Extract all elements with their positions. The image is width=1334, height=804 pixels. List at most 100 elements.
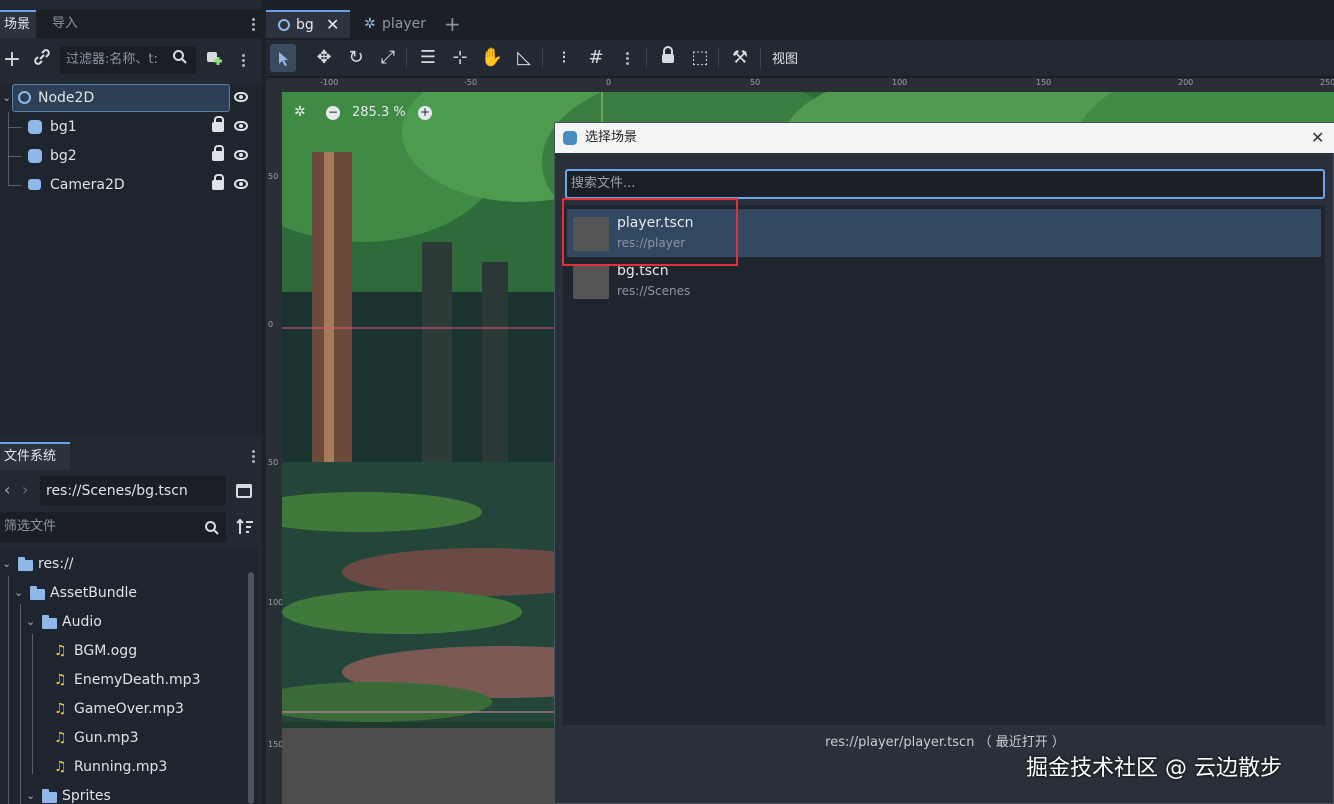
fs-item-label: AssetBundle [50,585,138,601]
tree-item-label: bg2 [50,148,77,164]
fs-item-label: Audio [62,614,102,630]
toggle-split-icon[interactable] [236,484,252,498]
folder-icon [42,615,57,629]
fs-item-enemydeath[interactable]: ♫ EnemyDeath.mp3 [0,666,240,694]
grid-snap-icon[interactable]: # [584,46,608,70]
center-view-icon[interactable]: ✲ [294,104,306,120]
scene-thumbnail [573,265,609,299]
visibility-eye-icon[interactable] [234,92,248,102]
zoom-out-icon[interactable]: − [326,106,340,120]
visibility-eye-icon[interactable] [234,179,248,189]
tree-item-bg1[interactable]: bg1 [0,113,262,141]
ruler-label: 100 [268,598,284,607]
scene-more-icon[interactable] [242,52,246,68]
fs-item-sprites[interactable]: ⌄ Sprites [0,782,240,804]
close-icon[interactable]: ✕ [1311,123,1324,153]
fs-item-running[interactable]: ♫ Running.mp3 [0,753,240,781]
view-menu-button[interactable]: 视图 [772,48,798,67]
lock-icon[interactable] [212,174,224,190]
instance-scene-icon[interactable] [202,48,226,72]
tab-scene[interactable]: 场景 [0,10,36,38]
bone-icon[interactable]: ⚒ [728,46,752,70]
link-icon[interactable] [30,48,54,72]
fs-item-assetbundle[interactable]: ⌄ AssetBundle [0,579,240,607]
scene-file-list: player.tscn res://player bg.tscn res://S… [563,205,1325,725]
tree-item-node2d[interactable]: ⌄ Node2D [0,84,262,112]
tab-filesystem[interactable]: 文件系统 [0,442,70,470]
fs-item-label: EnemyDeath.mp3 [74,672,201,688]
select-tool-button[interactable] [270,44,296,72]
fs-path-field[interactable]: res://Scenes/bg.tscn [40,476,226,506]
back-arrow-icon[interactable]: ‹ [4,480,10,499]
pan-tool-icon[interactable]: ✋ [480,46,504,70]
group-icon[interactable]: ⬚ [688,46,712,70]
close-icon[interactable]: ✕ [326,12,339,38]
scene-tab-bg[interactable]: bg ✕ [266,10,350,38]
sort-icon[interactable] [236,518,254,540]
ruler-label: 50 [268,172,279,181]
fs-scrollbar[interactable] [248,572,254,804]
godot-logo-icon [563,131,577,145]
dialog-status-path: res://player/player.tscn （ 最近打开 ） [825,735,1065,750]
node2d-icon [278,19,290,31]
lock-icon[interactable] [212,116,224,132]
scene-tab-player[interactable]: ✲ player [362,10,442,38]
fs-tree: ⌄ res:// ⌄ AssetBundle ⌄ Audio ♫ BGM.ogg… [0,548,258,804]
audio-file-icon: ♫ [54,759,67,775]
dialog-titlebar: 选择场景 ✕ [555,123,1334,153]
search-file-input[interactable]: 搜索文件... [565,169,1325,199]
ruler-tool-icon[interactable]: ◺ [512,46,536,70]
ruler-label: 0 [268,320,274,329]
chevron-down-icon[interactable]: ⌄ [26,782,35,804]
move-tool-icon[interactable]: ✥ [312,46,336,70]
snap-options-icon[interactable] [626,50,630,66]
highlight-annotation-box [562,198,738,266]
audio-file-icon: ♫ [54,701,67,717]
smart-snap-icon[interactable]: ⁝ [552,46,576,70]
rotate-tool-icon[interactable]: ↻ [344,46,368,70]
scene-dock-tabs: 场景 导入 [0,10,262,38]
chevron-down-icon[interactable]: ⌄ [26,608,35,636]
chevron-down-icon[interactable]: ⌄ [14,579,23,607]
forward-arrow-icon[interactable]: › [22,480,28,499]
zoom-in-icon[interactable]: + [418,106,432,120]
fs-item-label: GameOver.mp3 [74,701,184,717]
tree-item-camera2d[interactable]: Camera2D [0,171,262,199]
folder-icon [18,557,33,571]
fs-item-bgm[interactable]: ♫ BGM.ogg [0,637,240,665]
watermark-text: 掘金技术社区 @ 云边散步 [1026,756,1282,781]
search-icon [168,48,192,72]
node2d-icon [18,91,31,104]
visibility-eye-icon[interactable] [234,150,248,160]
ruler-label: 250 [1320,78,1334,87]
ruler-label: 0 [606,78,612,87]
chevron-down-icon[interactable]: ⌄ [2,550,11,578]
add-tab-icon[interactable]: + [444,10,461,38]
fs-menu-icon[interactable] [252,448,256,464]
fs-item-gun[interactable]: ♫ Gun.mp3 [0,724,240,752]
lock-icon[interactable] [656,46,680,70]
fs-item-label: Sprites [62,788,111,804]
tree-item-label: Node2D [38,90,95,106]
ruler-label: 150 [268,740,284,749]
list-select-icon[interactable]: ☰ [416,46,440,70]
scene-tab-label: player [382,16,427,32]
dock-menu-icon[interactable] [252,16,256,32]
add-node-icon[interactable]: + [0,48,24,72]
audio-file-icon: ♫ [54,672,67,688]
scene-tab-label: bg [296,17,314,33]
camera-icon [28,179,41,190]
ruler-label: -50 [464,78,478,87]
zoom-level[interactable]: 285.3 % [352,105,406,120]
visibility-eye-icon[interactable] [234,121,248,131]
fs-item-res[interactable]: ⌄ res:// [0,550,240,578]
tab-import[interactable]: 导入 [48,10,88,38]
lock-icon[interactable] [212,145,224,161]
fs-filter-input[interactable]: 筛选文件 [0,512,226,542]
fs-item-gameover[interactable]: ♫ GameOver.mp3 [0,695,240,723]
tree-item-bg2[interactable]: bg2 [0,142,262,170]
scale-tool-icon[interactable]: ⤢ [376,46,400,70]
fs-item-audio[interactable]: ⌄ Audio [0,608,240,636]
chevron-down-icon[interactable]: ⌄ [2,84,11,112]
pivot-tool-icon[interactable]: ⊹ [448,46,472,70]
